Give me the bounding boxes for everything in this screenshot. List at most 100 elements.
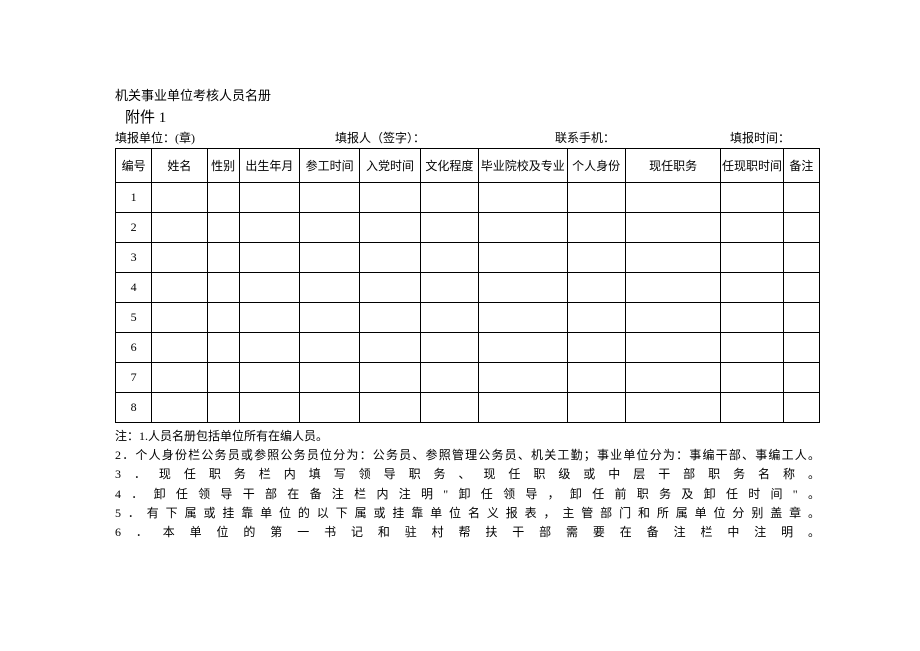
cell <box>207 243 239 273</box>
table-row: 2 <box>116 213 820 243</box>
header-sex: 性别 <box>207 149 239 183</box>
cell <box>239 183 299 213</box>
cell <box>207 273 239 303</box>
cell <box>479 213 568 243</box>
cell <box>783 183 819 213</box>
cell <box>625 183 721 213</box>
cell <box>567 393 625 423</box>
note-1: 注：1.人员名册包括单位所有在编人员。 <box>115 427 820 446</box>
cell <box>625 393 721 423</box>
cell <box>479 393 568 423</box>
header-no: 编号 <box>116 149 152 183</box>
cell <box>721 243 783 273</box>
cell <box>152 393 207 423</box>
cell <box>625 213 721 243</box>
cell <box>207 363 239 393</box>
cell <box>567 213 625 243</box>
cell <box>152 333 207 363</box>
cell-no: 3 <box>116 243 152 273</box>
note-2: 2．个人身份栏公务员或参照公务员位分为：公务员、参照管理公务员、机关工勤；事业单… <box>115 446 820 465</box>
cell <box>625 363 721 393</box>
cell <box>783 363 819 393</box>
cell <box>360 393 420 423</box>
header-party: 入党时间 <box>360 149 420 183</box>
cell <box>239 303 299 333</box>
cell <box>239 273 299 303</box>
cell-no: 1 <box>116 183 152 213</box>
cell <box>360 363 420 393</box>
cell <box>239 333 299 363</box>
attachment-label: 附件 1 <box>115 106 820 127</box>
cell <box>567 333 625 363</box>
cell <box>360 243 420 273</box>
cell <box>152 273 207 303</box>
cell <box>300 183 360 213</box>
cell <box>207 303 239 333</box>
table-row: 3 <box>116 243 820 273</box>
table-row: 8 <box>116 393 820 423</box>
note-6: 6．本单位的第一书记和驻村帮扶干部需要在备注栏中注明。 <box>115 523 820 542</box>
cell <box>721 213 783 243</box>
cell <box>300 213 360 243</box>
cell <box>360 303 420 333</box>
cell <box>420 393 478 423</box>
cell <box>300 363 360 393</box>
cell-no: 7 <box>116 363 152 393</box>
note-5: 5．有下属或挂靠单位的以下属或挂靠单位名义报表，主管部门和所属单位分别盖章。 <box>115 504 820 523</box>
cell <box>207 213 239 243</box>
meta-phone: 联系手机： <box>555 129 730 146</box>
cell <box>721 393 783 423</box>
header-birth: 出生年月 <box>239 149 299 183</box>
cell-no: 6 <box>116 333 152 363</box>
cell-no: 5 <box>116 303 152 333</box>
meta-time: 填报时间： <box>730 129 820 146</box>
cell <box>207 183 239 213</box>
cell <box>152 243 207 273</box>
cell <box>479 243 568 273</box>
cell <box>567 303 625 333</box>
header-edu: 文化程度 <box>420 149 478 183</box>
cell <box>783 393 819 423</box>
table-header-row: 编号 姓名 性别 出生年月 参工时间 入党时间 文化程度 毕业院校及专业 个人身… <box>116 149 820 183</box>
cell <box>625 303 721 333</box>
cell <box>239 243 299 273</box>
cell-no: 8 <box>116 393 152 423</box>
cell <box>479 273 568 303</box>
cell <box>152 303 207 333</box>
cell <box>721 333 783 363</box>
header-name: 姓名 <box>152 149 207 183</box>
cell <box>721 363 783 393</box>
header-work: 参工时间 <box>300 149 360 183</box>
cell <box>239 363 299 393</box>
header-tenure: 任现职时间 <box>721 149 783 183</box>
roster-table: 编号 姓名 性别 出生年月 参工时间 入党时间 文化程度 毕业院校及专业 个人身… <box>115 148 820 423</box>
table-row: 7 <box>116 363 820 393</box>
cell <box>420 273 478 303</box>
cell <box>721 273 783 303</box>
cell <box>360 273 420 303</box>
header-remark: 备注 <box>783 149 819 183</box>
cell <box>625 273 721 303</box>
table-row: 5 <box>116 303 820 333</box>
cell <box>567 243 625 273</box>
cell <box>300 243 360 273</box>
cell <box>239 213 299 243</box>
table-row: 6 <box>116 333 820 363</box>
cell <box>567 273 625 303</box>
meta-row: 填报单位：(章) 填报人（签字）： 联系手机： 填报时间： <box>115 129 820 146</box>
cell <box>360 183 420 213</box>
cell <box>567 183 625 213</box>
cell <box>239 393 299 423</box>
cell <box>783 303 819 333</box>
cell <box>360 213 420 243</box>
cell <box>783 333 819 363</box>
cell <box>420 243 478 273</box>
table-row: 1 <box>116 183 820 213</box>
cell <box>479 363 568 393</box>
cell <box>152 183 207 213</box>
cell <box>207 393 239 423</box>
note-3: 3．现任职务栏内填写领导职务、现任职级或中层干部职务名称。 <box>115 465 820 484</box>
cell-no: 4 <box>116 273 152 303</box>
cell <box>300 393 360 423</box>
cell <box>420 333 478 363</box>
